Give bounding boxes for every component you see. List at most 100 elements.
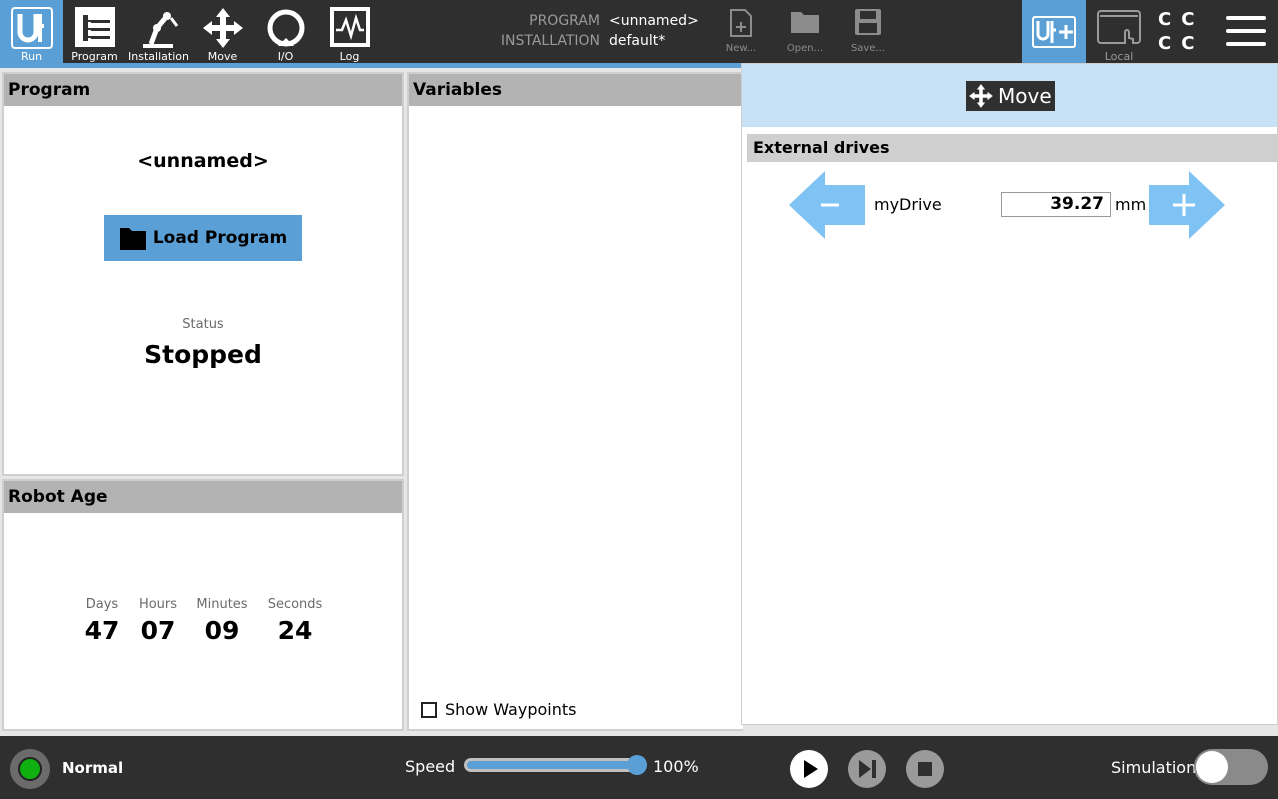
age-hours-value: 07 — [140, 616, 176, 645]
age-minutes-label: Minutes — [196, 597, 248, 612]
stop-button[interactable] — [906, 750, 944, 788]
move-panel: Move External drives myDrive 39.27 mm — [741, 63, 1278, 725]
installation-key: INSTALLATION — [500, 33, 600, 49]
urplus-icon — [1032, 16, 1076, 48]
active-tab-stripe — [0, 63, 741, 68]
move-title-label: Move — [998, 84, 1052, 108]
drive-increase-button[interactable] — [1149, 171, 1225, 243]
new-button[interactable]: New... — [716, 0, 766, 63]
local-control-button[interactable]: Local — [1092, 0, 1146, 63]
nav-installation-label: Installation — [128, 50, 189, 63]
age-minutes: Minutes 09 — [187, 597, 257, 645]
status-glyphs: CC CC — [1158, 8, 1208, 56]
program-panel-title: Program — [4, 74, 402, 106]
nav-io-label: I/O — [277, 50, 294, 63]
open-button[interactable]: Open... — [780, 0, 830, 63]
status-glyph: C — [1181, 9, 1205, 30]
simulation-toggle-knob — [1196, 751, 1228, 783]
nav-program-label: Program — [71, 50, 118, 63]
program-info-keys: PROGRAM INSTALLATION — [470, 11, 600, 51]
load-program-label: Load Program — [152, 228, 288, 248]
top-bar: Run Program Installation Move I/O Log PR… — [0, 0, 1278, 63]
save-disk-icon — [855, 9, 881, 35]
local-label: Local — [1104, 50, 1134, 63]
play-icon — [804, 760, 818, 778]
open-folder-icon — [791, 12, 819, 33]
robot-mode: Normal — [62, 759, 124, 777]
status-glyph: C — [1158, 33, 1182, 54]
hamburger-menu-button[interactable] — [1226, 14, 1266, 48]
simulation-label: Simulation — [1111, 758, 1197, 777]
ur-logo-icon — [10, 7, 53, 49]
age-seconds-label: Seconds — [267, 597, 323, 612]
bottom-bar: Normal Speed 100% Simulation — [0, 736, 1278, 799]
nav-log-label: Log — [339, 50, 360, 63]
speed-slider-knob[interactable] — [627, 755, 647, 775]
age-hours-label: Hours — [138, 597, 178, 612]
program-name: <unnamed> — [137, 150, 269, 172]
program-panel: Program <unnamed> Load Program Status St… — [2, 72, 404, 476]
drive-decrease-button[interactable] — [789, 171, 865, 243]
move-panel-header: Move — [742, 64, 1277, 127]
program-info-values: <unnamed> default* — [609, 11, 719, 51]
drive-name: myDrive — [874, 195, 942, 214]
power-button[interactable] — [10, 749, 50, 789]
age-seconds: Seconds 24 — [260, 597, 330, 645]
status-glyph: C — [1181, 33, 1205, 54]
stop-icon — [918, 762, 932, 776]
nav-run-label: Run — [20, 50, 43, 63]
robot-age-title: Robot Age — [4, 481, 402, 513]
open-label: Open... — [786, 43, 824, 54]
speed-label: Speed — [405, 757, 456, 776]
external-drives-header: External drives — [747, 134, 1277, 162]
urplus-button[interactable] — [1022, 0, 1086, 63]
save-label: Save... — [850, 43, 886, 54]
nav-program[interactable]: Program — [63, 0, 126, 63]
load-program-button[interactable]: Load Program — [104, 215, 302, 261]
nav-installation[interactable]: Installation — [127, 0, 190, 63]
nav-move[interactable]: Move — [191, 0, 254, 63]
nav-move-label: Move — [207, 50, 238, 63]
move-arrows-icon — [202, 8, 243, 48]
play-button[interactable] — [790, 750, 828, 788]
nav-log[interactable]: Log — [318, 0, 381, 63]
variables-panel: Variables Show Waypoints — [407, 72, 743, 731]
arrow-left-minus-icon — [789, 171, 865, 239]
speed-slider-fill — [467, 761, 639, 769]
age-minutes-value: 09 — [204, 616, 240, 645]
step-button[interactable] — [848, 750, 886, 788]
drive-value-field[interactable]: 39.27 — [1001, 192, 1111, 217]
io-icon — [267, 9, 304, 47]
checkbox-box[interactable] — [421, 701, 437, 718]
program-key: PROGRAM — [529, 13, 600, 29]
speed-slider[interactable] — [464, 755, 647, 775]
nav-run[interactable]: Run — [0, 0, 63, 63]
new-file-icon — [730, 9, 752, 37]
show-waypoints-label: Show Waypoints — [445, 700, 577, 719]
speed-value: 100% — [653, 757, 699, 776]
step-icon — [859, 760, 876, 778]
power-status-icon — [18, 757, 42, 781]
robot-age-panel: Robot Age Days 47 Hours 07 Minutes 09 Se… — [2, 479, 404, 731]
robot-arm-icon — [142, 12, 178, 48]
age-hours: Hours 07 — [123, 597, 193, 645]
program-value: <unnamed> — [609, 13, 699, 29]
drive-unit: mm — [1115, 195, 1147, 214]
show-waypoints-checkbox[interactable]: Show Waypoints — [421, 700, 576, 719]
save-button[interactable]: Save... — [843, 0, 893, 63]
nav-io[interactable]: I/O — [254, 0, 317, 63]
hamburger-menu-icon — [1226, 16, 1266, 46]
program-tree-icon — [74, 7, 115, 47]
local-screen-icon — [1097, 10, 1141, 44]
status-glyph: C — [1158, 9, 1182, 30]
age-seconds-value: 24 — [277, 616, 313, 645]
status-value: Stopped — [144, 340, 262, 369]
status-label: Status — [182, 317, 224, 332]
folder-icon — [119, 228, 146, 250]
installation-value: default* — [609, 33, 666, 49]
simulation-toggle[interactable] — [1194, 749, 1268, 785]
variables-title: Variables — [409, 74, 743, 106]
move-title: Move — [966, 81, 1055, 111]
new-label: New... — [725, 43, 757, 54]
move-arrows-icon — [969, 84, 993, 108]
